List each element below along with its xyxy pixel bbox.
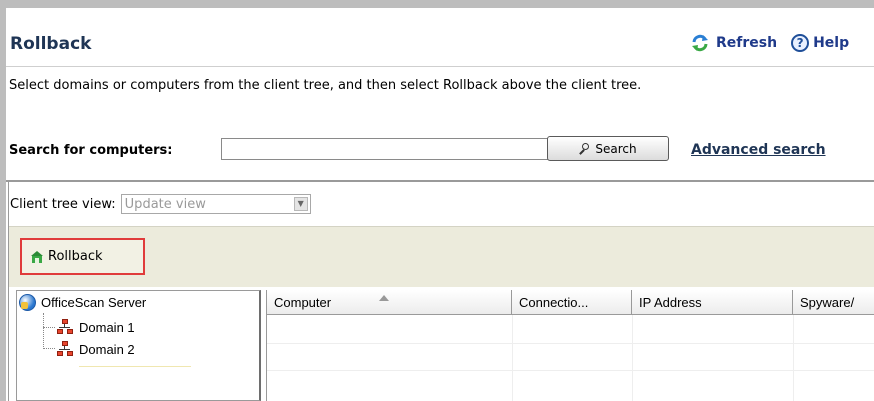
server-icon xyxy=(19,294,36,311)
tree-node-label: Domain 2 xyxy=(79,341,135,357)
grid-column-line xyxy=(793,315,794,401)
action-toolbar: Rollback xyxy=(9,226,874,287)
search-row: Search for computers: Search Advanced se… xyxy=(9,136,869,164)
client-tree-view: Client tree view: Update view ▼ xyxy=(10,194,311,214)
domain-icon xyxy=(57,341,73,357)
tree-node-domain-2[interactable]: Domain 2 xyxy=(57,341,135,357)
column-header-connection[interactable]: Connectio... xyxy=(512,290,632,315)
client-tree[interactable]: OfficeScan Server Domain 1 Domain 2 xyxy=(16,290,261,401)
refresh-link[interactable]: Refresh xyxy=(690,34,777,52)
search-button-label: Search xyxy=(595,141,637,156)
client-tree-view-select[interactable]: Update view ▼ xyxy=(120,194,311,214)
grid-row-line xyxy=(267,343,874,344)
domain-icon xyxy=(57,319,73,335)
window-frame-top xyxy=(0,0,874,8)
help-icon: ? xyxy=(791,34,810,52)
tree-connector xyxy=(43,348,55,349)
tree-selection-underline xyxy=(79,366,191,367)
refresh-label: Refresh xyxy=(716,35,778,51)
grid-column-line xyxy=(512,315,513,401)
client-tree-view-label: Client tree view: xyxy=(10,196,116,212)
advanced-search-link[interactable]: Advanced search xyxy=(691,142,826,158)
refresh-icon xyxy=(692,34,708,52)
help-label: Help xyxy=(813,35,850,51)
rollback-icon xyxy=(31,250,43,263)
tree-root-officescan-server[interactable]: OfficeScan Server xyxy=(19,294,146,311)
column-header-label: Spyware/ xyxy=(800,295,855,310)
tree-root-label: OfficeScan Server xyxy=(41,295,147,310)
header-divider xyxy=(6,66,874,67)
search-label: Search for computers: xyxy=(9,143,173,158)
sort-ascending-icon xyxy=(379,295,389,301)
column-header-spyware[interactable]: Spyware/ xyxy=(793,290,874,315)
computers-grid[interactable]: Computer Connectio... IP Address Spyware… xyxy=(266,290,874,401)
column-header-ip-address[interactable]: IP Address xyxy=(632,290,793,315)
search-icon xyxy=(579,142,591,155)
help-link[interactable]: ? Help xyxy=(777,34,849,52)
tree-connector xyxy=(43,313,44,349)
column-header-label: IP Address xyxy=(639,295,702,310)
page-title: Rollback xyxy=(10,34,92,54)
column-header-label: Computer xyxy=(274,295,332,310)
search-input[interactable] xyxy=(221,138,555,160)
rollback-label: Rollback xyxy=(48,249,103,264)
column-header-computer[interactable]: Computer xyxy=(267,290,512,315)
instructions-text: Select domains or computers from the cli… xyxy=(9,78,642,93)
tree-connector xyxy=(43,327,55,328)
header-links: Refresh ? Help xyxy=(690,34,849,52)
tree-node-domain-1[interactable]: Domain 1 xyxy=(57,319,135,335)
grid-row-line xyxy=(267,370,874,371)
column-header-label: Connectio... xyxy=(519,295,589,310)
search-button[interactable]: Search xyxy=(547,136,669,161)
chevron-down-icon: ▼ xyxy=(293,197,308,211)
client-tree-view-value: Update view xyxy=(124,197,206,212)
grid-column-line xyxy=(632,315,633,401)
rollback-button[interactable]: Rollback xyxy=(20,238,145,275)
page-header: Rollback Refresh ? Help xyxy=(6,8,874,66)
tree-node-label: Domain 1 xyxy=(79,319,135,335)
